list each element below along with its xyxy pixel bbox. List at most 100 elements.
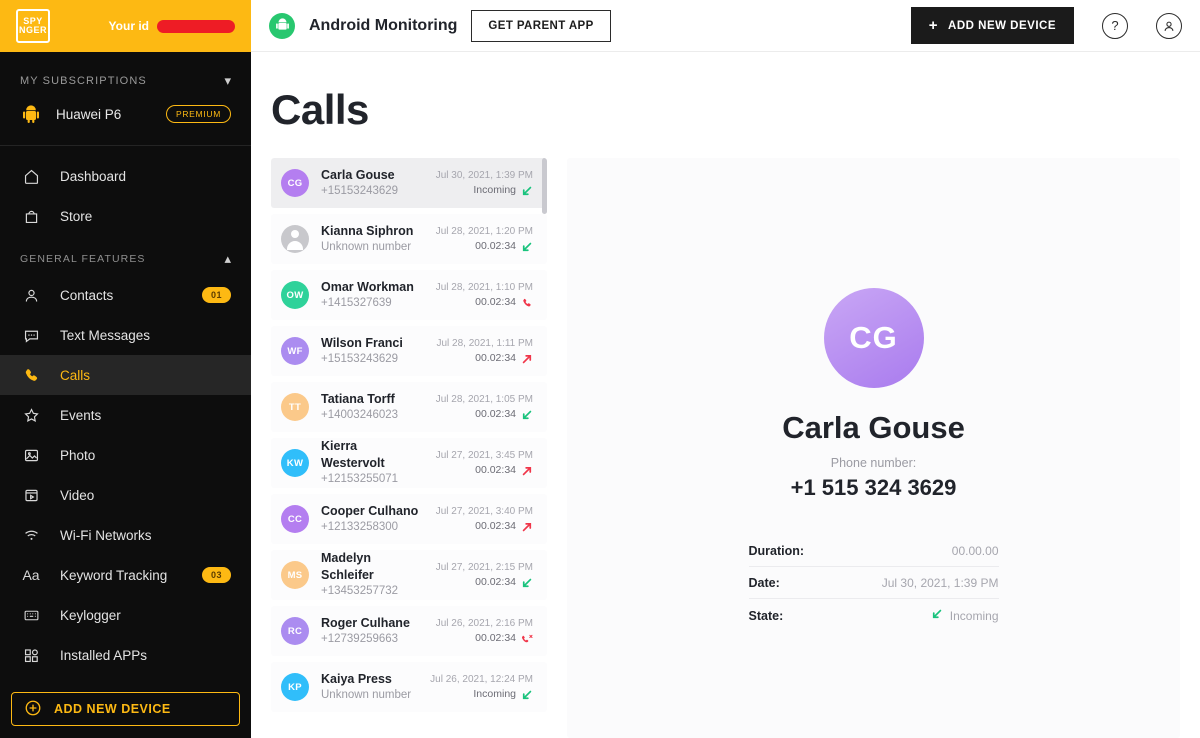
question-mark-icon[interactable]: ?: [1102, 12, 1128, 39]
image-icon: [20, 447, 42, 464]
calls-list-scrollbar[interactable]: [542, 158, 547, 738]
main-area: Android Monitoring GET PARENT APP + ADD …: [251, 0, 1200, 738]
page-title: Calls: [271, 86, 369, 133]
home-icon: [20, 168, 42, 185]
call-meta: Jul 27, 2021, 3:45 PM 00.02:34: [436, 448, 533, 479]
call-detail-panel: CG Carla Gouse Phone number: +1 515 324 …: [567, 158, 1180, 738]
call-date: Jul 27, 2021, 3:45 PM: [435, 449, 533, 461]
sidebar-item-photo[interactable]: Photo: [0, 435, 251, 475]
contact-phone-number: +1 515 324 3629: [790, 475, 957, 500]
avatar: OW: [281, 281, 309, 309]
call-list-item[interactable]: KP Kaiya Press Unknown number Jul 26, 2021,…: [271, 662, 547, 712]
sidebar-item-label: Events: [60, 407, 102, 423]
sidebar-item-keyword-tracking[interactable]: Aa Keyword Tracking 03: [0, 555, 251, 595]
general-features-label: GENERAL FEATURES: [20, 252, 146, 265]
sidebar-item-keylogger[interactable]: Keylogger: [0, 595, 251, 635]
call-detail-table: Duration: 00.00.00 Date: Jul 30, 2021, 1:39…: [748, 535, 999, 631]
premium-badge: PREMIUM: [165, 105, 231, 123]
scrollbar-thumb[interactable]: [542, 158, 547, 214]
call-duration-text: 00.02:34: [475, 295, 516, 308]
user-account-icon[interactable]: [1156, 12, 1182, 39]
incoming-arrow-icon: [521, 689, 533, 701]
sidebar-add-device-label: ADD NEW DEVICE: [54, 702, 171, 716]
avatar: TT: [281, 393, 309, 421]
call-contact-name: Tatiana Torff: [321, 391, 395, 406]
call-meta: Jul 27, 2021, 2:15 PM 00.02:34: [436, 560, 533, 591]
call-list-item[interactable]: Kianna Siphron Unknown number Jul 28, 2021…: [271, 214, 547, 264]
calls-list[interactable]: CG Carla Gouse +15153243629 Jul 30, 2021, 1…: [271, 158, 547, 738]
call-list-item[interactable]: CG Carla Gouse +15153243629 Jul 30, 2021, 1…: [271, 158, 547, 208]
detail-row: Date: Jul 30, 2021, 1:39 PM: [748, 567, 999, 599]
avatar: CG: [823, 288, 924, 388]
call-date: Jul 28, 2021, 1:05 PM: [435, 393, 533, 405]
subscriptions-label: MY SUBSCRIPTIONS: [20, 74, 147, 87]
detail-row-value-text: 00.00.00: [951, 544, 999, 558]
avatar-initials: WF: [287, 345, 303, 357]
spynger-logo[interactable]: SPY NGER: [16, 9, 50, 43]
avatar-initials: KW: [286, 457, 304, 469]
sidebar-item-events[interactable]: Events: [0, 395, 251, 435]
sidebar-item-text-messages[interactable]: Text Messages: [0, 315, 251, 355]
call-date: Jul 27, 2021, 2:15 PM: [435, 561, 533, 573]
call-phone-number: +13453257732: [321, 585, 399, 598]
detail-row: Duration: 00.00.00: [748, 535, 999, 567]
call-date: Jul 28, 2021, 1:10 PM: [435, 281, 533, 293]
outgoing-arrow-icon: [521, 465, 533, 477]
call-info: Omar Workman +1415327639: [321, 279, 424, 311]
call-meta: Jul 26, 2021, 12:24 PM Incoming: [430, 672, 533, 703]
detail-row-value: Jul 30, 2021, 1:39 PM: [882, 576, 999, 590]
call-date: Jul 28, 2021, 1:20 PM: [435, 225, 533, 237]
call-info: Carla Gouse +15153243629: [321, 167, 424, 199]
call-duration-text: 00.02:34: [475, 463, 516, 476]
incoming-arrow-icon: [521, 185, 533, 197]
call-contact-name: Kianna Siphron: [321, 223, 414, 238]
sidebar-item-video[interactable]: Video: [0, 475, 251, 515]
subscription-device-huawei-p6[interactable]: Huawei P6 PREMIUM: [0, 99, 251, 145]
get-parent-app-button[interactable]: GET PARENT APP: [471, 9, 611, 42]
subscriptions-header[interactable]: MY SUBSCRIPTIONS ▾: [0, 52, 251, 99]
call-list-item[interactable]: CC Cooper Culhano +12133258300 Jul 27, 2021…: [271, 494, 547, 544]
avatar: MS: [281, 561, 309, 589]
sidebar-item-wifi-networks[interactable]: Wi-Fi Networks: [0, 515, 251, 555]
call-duration-text: 00.02:34: [475, 631, 516, 644]
sidebar-item-calls[interactable]: Calls: [0, 355, 251, 395]
call-list-item[interactable]: KW Kierra Westervolt +12153255071 Jul 27, 2…: [271, 438, 547, 488]
sidebar-item-contacts[interactable]: Contacts 01: [0, 275, 251, 315]
call-date: Jul 27, 2021, 3:40 PM: [435, 505, 533, 517]
sidebar-item-dashboard[interactable]: Dashboard: [0, 156, 251, 196]
chevron-up-icon[interactable]: ▴: [224, 252, 231, 265]
call-date: Jul 28, 2021, 1:11 PM: [436, 337, 533, 349]
avatar: CC: [281, 505, 309, 533]
general-features-header[interactable]: GENERAL FEATURES ▴: [0, 236, 251, 275]
person-icon: [20, 287, 42, 304]
call-meta: Jul 26, 2021, 2:16 PM 00.02:34: [436, 616, 533, 647]
sidebar-item-store[interactable]: Store: [0, 196, 251, 236]
sidebar-item-label: Wi-Fi Networks: [60, 527, 152, 543]
incoming-arrow-icon: [521, 577, 533, 589]
add-new-device-button[interactable]: + ADD NEW DEVICE: [910, 7, 1074, 44]
avatar-initials: CG: [287, 177, 303, 189]
sidebar-item-installed-apps[interactable]: Installed APPs: [0, 635, 251, 675]
chevron-down-icon[interactable]: ▾: [224, 74, 231, 87]
call-phone-number: Unknown number: [321, 240, 412, 253]
call-list-item[interactable]: RC Roger Culhane +12739259663 Jul 26, 2021,…: [271, 606, 547, 656]
avatar-initials: OW: [286, 289, 304, 301]
call-info: Kierra Westervolt +12153255071: [321, 438, 424, 487]
call-contact-name: Roger Culhane: [321, 615, 410, 630]
avatar-initials: TT: [288, 401, 302, 413]
avatar: [281, 225, 309, 253]
calls-list-panel: CG Carla Gouse +15153243629 Jul 30, 2021, 1…: [271, 158, 547, 738]
call-list-item[interactable]: WF Wilson Franci +15153243629 Jul 28, 2021,…: [271, 326, 547, 376]
avatar-initials: CG: [849, 320, 898, 355]
call-list-item[interactable]: TT Tatiana Torff +14003246023 Jul 28, 2021,…: [271, 382, 547, 432]
call-list-item[interactable]: OW Omar Workman +1415327639 Jul 28, 2021, 1…: [271, 270, 547, 320]
avatar: WF: [281, 337, 309, 365]
sidebar: SPY NGER Your id MY SUBSCRIPTIONS ▾ Huaw…: [0, 0, 251, 738]
call-list-item[interactable]: MS Madelyn Schleifer +13453257732 Jul 27, 2…: [271, 550, 547, 600]
incoming-arrow-icon: [931, 608, 943, 623]
call-duration: 00.02:34: [436, 351, 533, 367]
call-duration: 00.02:34: [436, 631, 533, 647]
sidebar-add-new-device-button[interactable]: ADD NEW DEVICE: [11, 692, 240, 726]
logo-line-2: NGER: [18, 25, 47, 35]
your-id: Your id: [109, 19, 235, 33]
